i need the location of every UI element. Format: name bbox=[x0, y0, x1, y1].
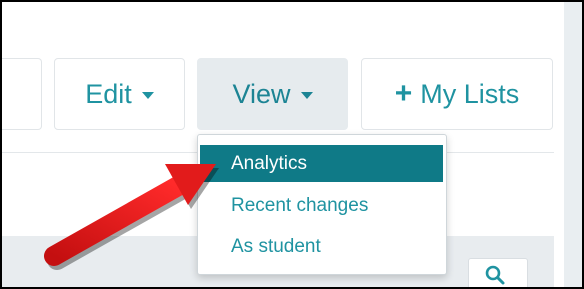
my-lists-button[interactable]: + My Lists bbox=[361, 58, 553, 130]
view-dropdown-menu: Analytics Recent changes As student bbox=[197, 134, 447, 275]
caret-down-icon bbox=[300, 92, 313, 99]
edit-button[interactable]: Edit bbox=[54, 58, 185, 130]
view-button[interactable]: View bbox=[197, 58, 348, 130]
search-icon[interactable] bbox=[484, 264, 506, 286]
truncated-toolbar-button[interactable] bbox=[2, 58, 42, 130]
screenshot-frame: Edit View + My Lists Analytics Recent ch… bbox=[0, 0, 584, 289]
view-button-label: View bbox=[232, 78, 291, 109]
menu-item-recent-changes[interactable]: Recent changes bbox=[200, 187, 443, 224]
caret-down-icon bbox=[141, 92, 154, 99]
menu-item-as-student[interactable]: As student bbox=[200, 228, 443, 265]
plus-icon: + bbox=[394, 77, 413, 110]
page-edge-strip bbox=[564, 2, 582, 287]
edit-button-label: Edit bbox=[85, 78, 132, 109]
menu-item-analytics[interactable]: Analytics bbox=[200, 145, 443, 182]
my-lists-button-label: My Lists bbox=[420, 78, 520, 109]
